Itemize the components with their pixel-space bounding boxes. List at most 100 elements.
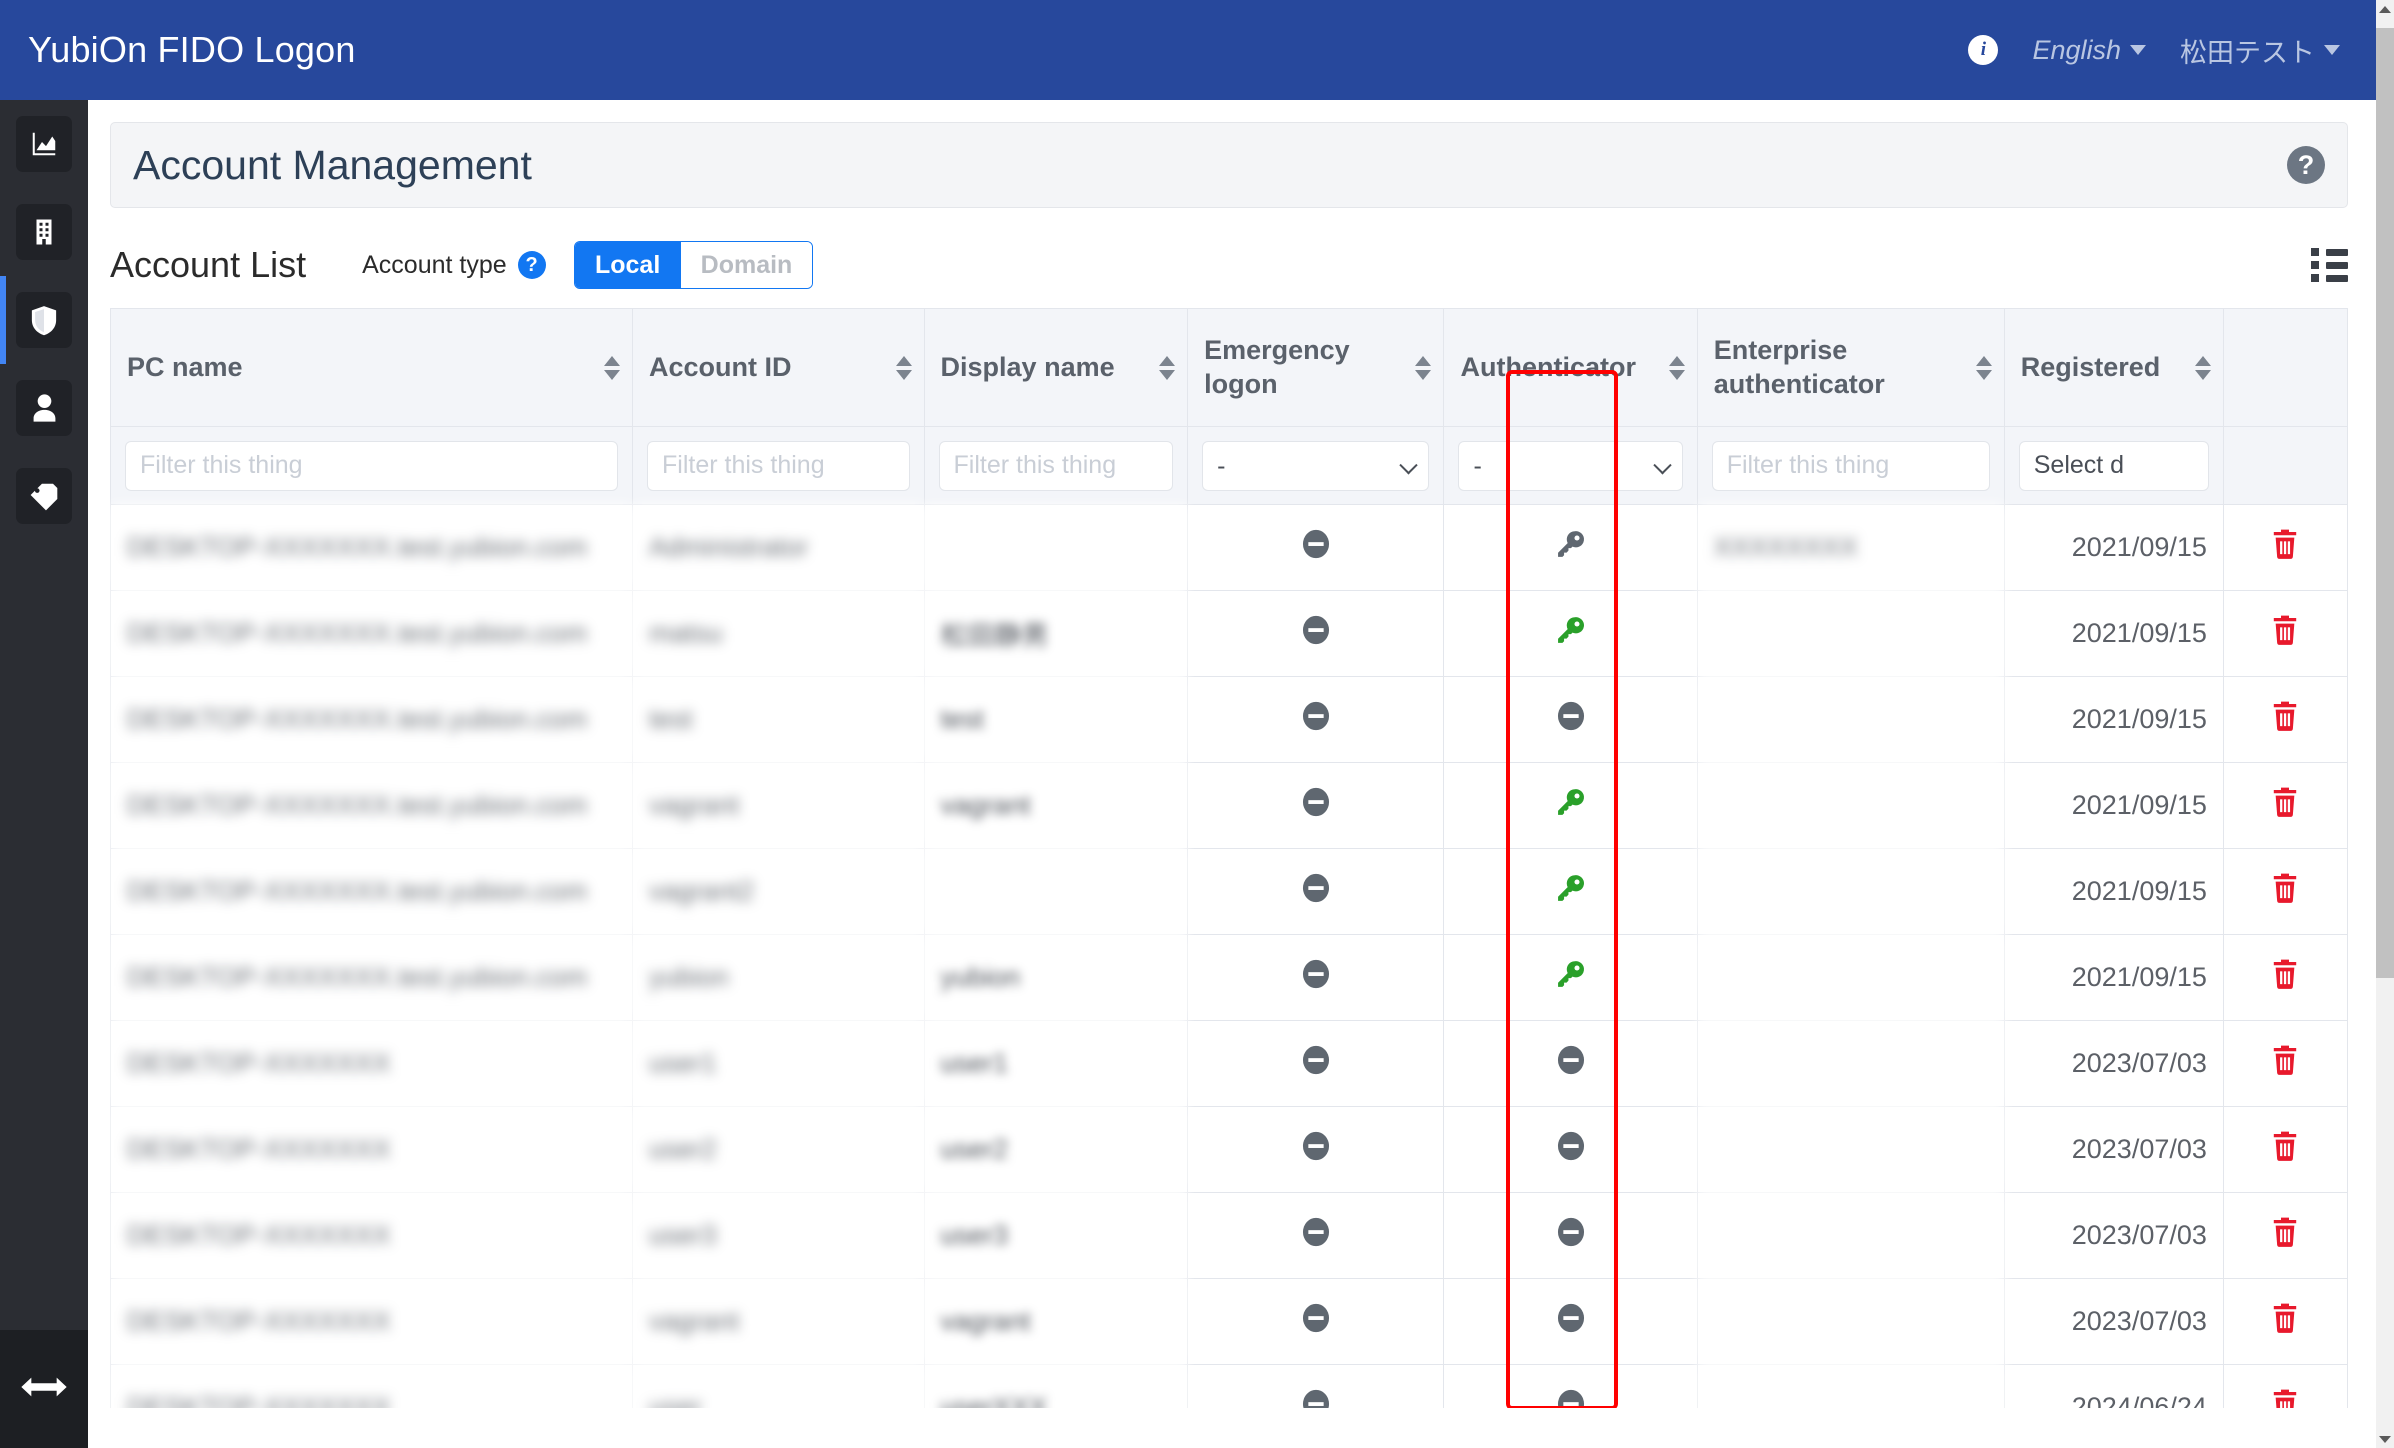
- filter-input-account-id[interactable]: [647, 440, 910, 491]
- sidebar-item-accounts[interactable]: [0, 364, 88, 452]
- filter-input-pc-name[interactable]: [125, 440, 619, 491]
- sort-toggle-emergency-logon[interactable]: [1415, 355, 1432, 380]
- cell-actions: [2222, 590, 2348, 677]
- cell-pc-name: DESKTOP-XXXXXXX: [110, 1364, 634, 1408]
- account-table: PC name Account ID Display name Emergenc…: [110, 308, 2348, 1408]
- table-row[interactable]: DESKTOP-XXXXXXX user2 user2 2023/07/03: [110, 1106, 2348, 1193]
- cell-pc-name: DESKTOP-XXXXXXX: [110, 1278, 634, 1365]
- scroll-up-arrow-icon[interactable]: [2376, 0, 2394, 18]
- column-header-emergency-logon[interactable]: Emergency logon: [1187, 308, 1445, 427]
- page-title: Account Management: [133, 141, 532, 188]
- table-row[interactable]: DESKTOP-XXXXXXX.test.yubion.com Administr…: [110, 504, 2348, 591]
- filter-input-display-name[interactable]: [938, 440, 1174, 491]
- column-header-pc-name[interactable]: PC name: [110, 308, 634, 427]
- scrollbar-thumb[interactable]: [2376, 28, 2394, 978]
- cell-emergency-logon: [1187, 676, 1445, 763]
- disabled-circle-icon: [1554, 1045, 1588, 1083]
- disabled-circle-icon: [1299, 787, 1333, 825]
- sort-toggle-authenticator[interactable]: [1668, 355, 1685, 380]
- filter-cell-emergency-logon: -: [1187, 426, 1445, 505]
- toggle-option-local[interactable]: Local: [574, 242, 681, 288]
- table-row[interactable]: DESKTOP-XXXXXXX user userXXX 2024/06/24: [110, 1364, 2348, 1408]
- filter-select-authenticator[interactable]: -: [1458, 440, 1683, 491]
- top-header-bar: YubiOn FIDO Logon i English 松田テスト: [0, 0, 2376, 100]
- cell-actions: [2222, 934, 2348, 1021]
- authenticator-key-icon[interactable]: [1555, 961, 1587, 996]
- sidebar-collapse-toggle[interactable]: [0, 1330, 88, 1448]
- column-header-display-name[interactable]: Display name: [923, 308, 1189, 427]
- delete-row-button[interactable]: [2270, 786, 2300, 825]
- authenticator-key-icon[interactable]: [1555, 617, 1587, 652]
- question-circle-blue-icon[interactable]: ?: [517, 251, 546, 279]
- column-header-actions: [2222, 308, 2348, 427]
- column-header-enterprise-authenticator[interactable]: Enterprise authenticator: [1696, 308, 2005, 427]
- sidebar-item-security[interactable]: [0, 276, 88, 364]
- toggle-option-domain[interactable]: Domain: [680, 242, 813, 288]
- delete-row-button[interactable]: [2270, 528, 2300, 567]
- filter-cell-authenticator: -: [1443, 426, 1698, 505]
- delete-row-button[interactable]: [2270, 1388, 2300, 1408]
- column-header-registered[interactable]: Registered: [2003, 308, 2224, 427]
- table-row[interactable]: DESKTOP-XXXXXXX.test.yubion.com yubion yub…: [110, 934, 2348, 1021]
- sort-toggle-enterprise-authenticator[interactable]: [1975, 355, 1992, 380]
- cell-enterprise-authenticator: [1696, 1364, 2005, 1408]
- filter-select-emergency-logon[interactable]: -: [1202, 440, 1430, 491]
- cell-account-id: vagrant: [632, 762, 925, 849]
- sidebar-item-dashboard[interactable]: [0, 100, 88, 188]
- vertical-scrollbar[interactable]: [2376, 0, 2394, 1448]
- cell-registered: 2023/07/03: [2003, 1106, 2224, 1193]
- account-type-label: Account type: [362, 250, 507, 279]
- disabled-circle-icon: [1299, 873, 1333, 911]
- authenticator-key-icon[interactable]: [1555, 789, 1587, 824]
- delete-row-button[interactable]: [2270, 958, 2300, 997]
- cell-actions: [2222, 1278, 2348, 1365]
- filter-input-enterprise-authenticator[interactable]: [1711, 440, 1990, 491]
- delete-row-button[interactable]: [2270, 1216, 2300, 1255]
- column-header-authenticator[interactable]: Authenticator: [1443, 308, 1698, 427]
- delete-row-button[interactable]: [2270, 1130, 2300, 1169]
- cell-emergency-logon: [1187, 762, 1445, 849]
- authenticator-key-icon[interactable]: [1555, 531, 1587, 566]
- table-row[interactable]: DESKTOP-XXXXXXX.test.yubion.com vagrant va…: [110, 762, 2348, 849]
- authenticator-key-icon[interactable]: [1555, 875, 1587, 910]
- cell-enterprise-authenticator: XXXXXXXX: [1696, 504, 2005, 591]
- scroll-down-arrow-icon[interactable]: [2376, 1430, 2394, 1448]
- table-row[interactable]: DESKTOP-XXXXXXX.test.yubion.com matsu 松田静男…: [110, 590, 2348, 677]
- delete-row-button[interactable]: [2270, 614, 2300, 653]
- sort-toggle-pc-name[interactable]: [604, 355, 621, 380]
- filter-cell-actions: [2222, 426, 2348, 505]
- language-selector[interactable]: English: [2032, 35, 2146, 66]
- delete-row-button[interactable]: [2270, 1302, 2300, 1341]
- delete-row-button[interactable]: [2270, 1044, 2300, 1083]
- cell-display-name: userXXX: [923, 1364, 1189, 1408]
- chevron-down-icon: [2324, 45, 2340, 55]
- filter-input-registered-date[interactable]: [2018, 440, 2209, 491]
- user-menu[interactable]: 松田テスト: [2180, 31, 2340, 70]
- column-header-account-id[interactable]: Account ID: [632, 308, 925, 427]
- sort-toggle-account-id[interactable]: [895, 355, 912, 380]
- sort-toggle-registered[interactable]: [2194, 355, 2211, 380]
- cell-account-id: user2: [632, 1106, 925, 1193]
- list-icon[interactable]: [2311, 248, 2348, 282]
- delete-row-button[interactable]: [2270, 872, 2300, 911]
- sidebar-item-organization[interactable]: [0, 188, 88, 276]
- user-icon: [31, 393, 58, 423]
- sidebar-item-tags[interactable]: [0, 452, 88, 540]
- cell-registered: 2023/07/03: [2003, 1192, 2224, 1279]
- cell-enterprise-authenticator: [1696, 934, 2005, 1021]
- cell-display-name: [923, 848, 1189, 935]
- cell-pc-name: DESKTOP-XXXXXXX.test.yubion.com: [110, 590, 634, 677]
- cell-pc-name: DESKTOP-XXXXXXX: [110, 1106, 634, 1193]
- sort-toggle-display-name[interactable]: [1159, 355, 1176, 380]
- table-row[interactable]: DESKTOP-XXXXXXX.test.yubion.com test test 2…: [110, 676, 2348, 763]
- question-circle-icon[interactable]: ?: [2287, 146, 2325, 184]
- table-row[interactable]: DESKTOP-XXXXXXX user1 user1 2023/07/03: [110, 1020, 2348, 1107]
- info-icon[interactable]: i: [1968, 35, 1999, 65]
- delete-row-button[interactable]: [2270, 700, 2300, 739]
- cell-display-name: vagrant: [923, 762, 1189, 849]
- table-row[interactable]: DESKTOP-XXXXXXX vagrant vagrant 2023/07/03: [110, 1278, 2348, 1365]
- table-row[interactable]: DESKTOP-XXXXXXX user3 user3 2023/07/03: [110, 1192, 2348, 1279]
- table-row[interactable]: DESKTOP-XXXXXXX.test.yubion.com vagrant2 2…: [110, 848, 2348, 935]
- cell-account-id: vagrant: [632, 1278, 925, 1365]
- chevron-down-icon: [2130, 45, 2146, 55]
